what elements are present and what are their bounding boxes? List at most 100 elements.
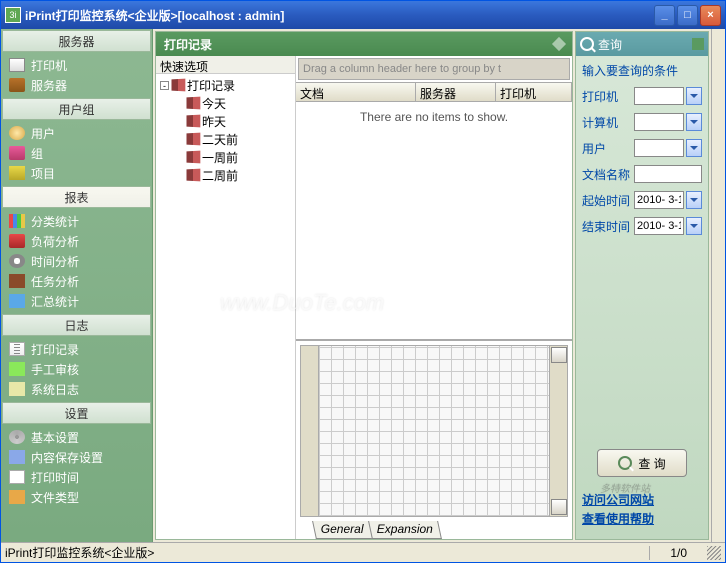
users-icon bbox=[9, 126, 25, 140]
nav-content-save[interactable]: 内容保存设置 bbox=[1, 447, 152, 467]
tree: - 打印记录 今天 昨天 二天前 一周前 二周前 bbox=[156, 74, 295, 539]
nav-project[interactable]: 项目 bbox=[1, 163, 152, 183]
group-servers[interactable]: 服务器 bbox=[2, 30, 151, 52]
query-hint: 输入要查询的条件 bbox=[582, 62, 702, 79]
book-icon bbox=[187, 169, 201, 182]
dropdown-printer[interactable] bbox=[686, 87, 702, 105]
nav-basic-settings[interactable]: 基本设置 bbox=[1, 427, 152, 447]
window-title: iPrint打印监控系统<企业版>[localhost : admin] bbox=[25, 7, 654, 24]
collapse-icon[interactable]: - bbox=[160, 81, 169, 90]
query-button[interactable]: 查 询 bbox=[597, 449, 687, 477]
input-doc[interactable] bbox=[634, 165, 702, 183]
scroll-down-icon[interactable] bbox=[551, 499, 567, 515]
nav-load-analysis[interactable]: 负荷分析 bbox=[1, 231, 152, 251]
book-icon bbox=[187, 97, 201, 110]
dropdown-user[interactable] bbox=[686, 139, 702, 157]
main-panel: 打印记录 快速选项 - 打印记录 今天 昨天 二天前 一周前 bbox=[155, 31, 573, 540]
syslog-icon bbox=[9, 382, 25, 396]
dropdown-start[interactable] bbox=[686, 191, 702, 209]
detail-panel: General Expansion bbox=[296, 339, 572, 539]
input-start-date[interactable] bbox=[634, 191, 684, 209]
printtime-icon bbox=[9, 470, 25, 484]
server-icon bbox=[9, 78, 25, 92]
scroll-up-icon[interactable] bbox=[551, 347, 567, 363]
group-reports[interactable]: 报表 bbox=[2, 186, 151, 208]
panel-title: 打印记录 bbox=[156, 32, 572, 56]
tree-1week[interactable]: 一周前 bbox=[158, 148, 293, 166]
dropdown-computer[interactable] bbox=[686, 113, 702, 131]
client-area: 服务器 打印机 服务器 用户组 用户 组 项目 报表 分类统计 负荷分析 时间分… bbox=[1, 29, 725, 542]
label-printer: 打印机 bbox=[582, 88, 632, 105]
book-icon bbox=[187, 115, 201, 128]
link-website[interactable]: 访问公司网站 bbox=[582, 491, 702, 508]
nav-summary-stats[interactable]: 汇总统计 bbox=[1, 291, 152, 311]
right-gutter bbox=[711, 29, 725, 542]
clock-icon bbox=[9, 254, 25, 268]
tree-2days[interactable]: 二天前 bbox=[158, 130, 293, 148]
book-icon bbox=[187, 133, 201, 146]
grid-body: There are no items to show. bbox=[296, 102, 572, 339]
group-settings[interactable]: 设置 bbox=[2, 402, 151, 424]
nav-manual-approve[interactable]: 手工审核 bbox=[1, 359, 152, 379]
nav-server[interactable]: 服务器 bbox=[1, 75, 152, 95]
statusbar: iPrint打印监控系统<企业版> 1/0 bbox=[1, 542, 725, 562]
tree-today[interactable]: 今天 bbox=[158, 94, 293, 112]
maximize-button[interactable]: □ bbox=[677, 5, 698, 26]
tab-general[interactable]: General bbox=[312, 521, 373, 539]
col-document[interactable]: 文档 bbox=[296, 83, 416, 101]
search-icon bbox=[618, 456, 632, 470]
group-users[interactable]: 用户组 bbox=[2, 98, 151, 120]
group-logs[interactable]: 日志 bbox=[2, 314, 151, 336]
query-title: 查询 bbox=[576, 32, 708, 56]
pin-icon[interactable] bbox=[692, 38, 704, 50]
col-server[interactable]: 服务器 bbox=[416, 83, 496, 101]
nav-printer[interactable]: 打印机 bbox=[1, 55, 152, 75]
printer-icon bbox=[9, 58, 25, 72]
panel-icon bbox=[552, 37, 566, 51]
input-printer[interactable] bbox=[634, 87, 684, 105]
nav-print-time[interactable]: 打印时间 bbox=[1, 467, 152, 487]
book-icon bbox=[187, 151, 201, 164]
col-printer[interactable]: 打印机 bbox=[496, 83, 572, 101]
book-icon bbox=[172, 79, 186, 92]
nav-user[interactable]: 用户 bbox=[1, 123, 152, 143]
load-icon bbox=[9, 234, 25, 248]
app-icon: 3i bbox=[5, 7, 21, 23]
dropdown-end[interactable] bbox=[686, 217, 702, 235]
tree-root[interactable]: - 打印记录 bbox=[158, 76, 293, 94]
status-left: iPrint打印监控系统<企业版> bbox=[5, 544, 649, 561]
input-user[interactable] bbox=[634, 139, 684, 157]
log-icon bbox=[9, 342, 25, 356]
approve-icon bbox=[9, 362, 25, 376]
tree-yesterday[interactable]: 昨天 bbox=[158, 112, 293, 130]
detail-tabs: General Expansion bbox=[296, 521, 572, 539]
status-right: 1/0 bbox=[649, 546, 707, 560]
titlebar[interactable]: 3i iPrint打印监控系统<企业版>[localhost : admin] … bbox=[1, 1, 725, 29]
group-by-zone[interactable]: Drag a column header here to group by t bbox=[298, 58, 570, 80]
nav-task-analysis[interactable]: 任务分析 bbox=[1, 271, 152, 291]
search-icon bbox=[580, 37, 594, 51]
nav-category-stats[interactable]: 分类统计 bbox=[1, 211, 152, 231]
resize-grip[interactable] bbox=[707, 546, 721, 560]
nav-print-log[interactable]: 打印记录 bbox=[1, 339, 152, 359]
detail-scrollbar[interactable] bbox=[549, 346, 567, 516]
tree-header: 快速选项 bbox=[156, 56, 295, 74]
query-panel: 查询 输入要查询的条件 打印机 计算机 用户 文档名称 起始时间 结束时间 查 … bbox=[575, 31, 709, 540]
input-computer[interactable] bbox=[634, 113, 684, 131]
label-start: 起始时间 bbox=[582, 192, 632, 209]
nav-group[interactable]: 组 bbox=[1, 143, 152, 163]
tree-2week[interactable]: 二周前 bbox=[158, 166, 293, 184]
nav-file-type[interactable]: 文件类型 bbox=[1, 487, 152, 507]
minimize-button[interactable]: _ bbox=[654, 5, 675, 26]
window-controls: _ □ × bbox=[654, 5, 721, 26]
link-help[interactable]: 查看使用帮助 bbox=[582, 510, 702, 527]
nav-system-log[interactable]: 系统日志 bbox=[1, 379, 152, 399]
tab-expansion[interactable]: Expansion bbox=[368, 521, 442, 539]
save-icon bbox=[9, 450, 25, 464]
application-window: 3i iPrint打印监控系统<企业版>[localhost : admin] … bbox=[0, 0, 726, 563]
detail-grid[interactable] bbox=[319, 346, 549, 516]
summary-icon bbox=[9, 294, 25, 308]
nav-time-analysis[interactable]: 时间分析 bbox=[1, 251, 152, 271]
input-end-date[interactable] bbox=[634, 217, 684, 235]
close-button[interactable]: × bbox=[700, 5, 721, 26]
